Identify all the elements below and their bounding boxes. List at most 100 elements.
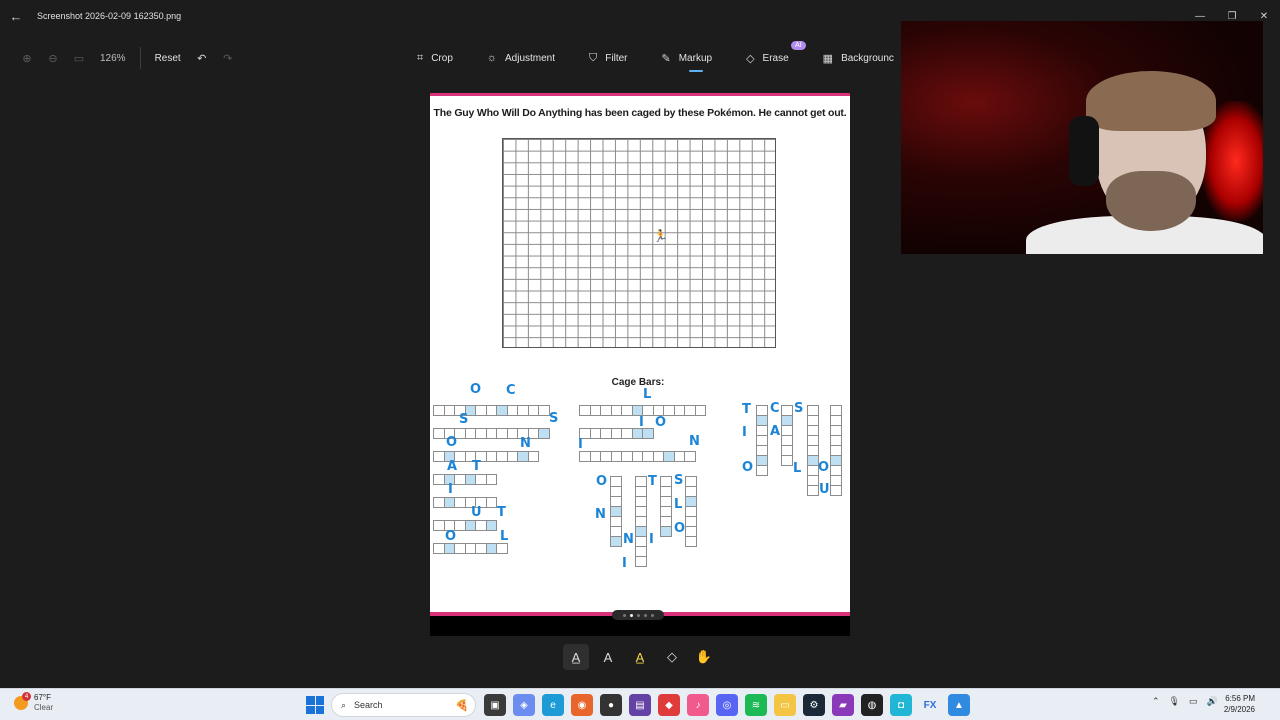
- handwritten-letter: I: [639, 415, 644, 430]
- handwritten-letter: O: [470, 382, 482, 397]
- highlighter-icon[interactable]: A̲: [627, 644, 653, 670]
- system-tray: ⌃ 🎙 ▭ 🔊: [1152, 696, 1218, 707]
- ai-badge: AI: [791, 41, 806, 50]
- music-icon[interactable]: ♪: [687, 694, 709, 716]
- photos-app-icon[interactable]: ◘: [890, 694, 912, 716]
- tool-erase-label: Erase: [762, 52, 789, 64]
- crop-icon: ⌗: [417, 51, 424, 64]
- zoom-out-icon[interactable]: ⊖: [42, 47, 64, 69]
- handwritten-letter: I: [742, 425, 747, 440]
- image-pager[interactable]: [612, 610, 664, 620]
- word-column: [660, 476, 672, 537]
- headset-icon: [1069, 116, 1099, 186]
- twitch-icon[interactable]: ▤: [629, 694, 651, 716]
- edit-tools: ⌗ Crop ☼ Adjustment ⛉ Filter ✎ Markup ◇ …: [400, 41, 911, 72]
- handwritten-letter: T: [497, 505, 506, 520]
- handwritten-letter: N: [520, 436, 531, 451]
- zoom-toolbar: ⊕ ⊖ ▭ 126% Reset ↶ ↷: [16, 45, 239, 71]
- handwritten-letter: I: [622, 556, 627, 571]
- word-row: [433, 405, 550, 416]
- obs-icon[interactable]: ●: [600, 694, 622, 716]
- steam-icon[interactable]: ⚙: [803, 694, 825, 716]
- zoom-in-icon[interactable]: ⊕: [16, 47, 38, 69]
- handwritten-letter: C: [770, 401, 780, 416]
- editor-icon[interactable]: ▰: [832, 694, 854, 716]
- microphone-icon[interactable]: 🎙: [1169, 696, 1180, 707]
- search-icon: ⌕: [341, 699, 347, 710]
- handwritten-letter: S: [459, 412, 469, 427]
- taskbar-search[interactable]: ⌕ Search 🍕: [331, 693, 476, 717]
- clock[interactable]: 6:56 PM 2/9/2026: [1224, 693, 1255, 715]
- reset-button[interactable]: Reset: [149, 53, 187, 64]
- volume-icon[interactable]: 🔊: [1207, 696, 1218, 707]
- word-column: [807, 405, 819, 496]
- photos-icon[interactable]: ▲: [948, 694, 970, 716]
- back-arrow-icon[interactable]: ←: [0, 0, 32, 32]
- handwritten-letter: L: [674, 497, 683, 512]
- tool-filter[interactable]: ⛉ Filter: [572, 45, 644, 71]
- ballpoint-pen-icon[interactable]: A̲: [563, 644, 589, 670]
- image-canvas[interactable]: The Guy Who Will Do Anything has been ca…: [430, 93, 850, 636]
- pizza-icon: 🍕: [455, 699, 469, 712]
- word-column: [830, 405, 842, 496]
- network-icon[interactable]: ▭: [1189, 696, 1198, 707]
- handwritten-letter: C: [506, 383, 516, 398]
- tool-crop[interactable]: ⌗ Crop: [400, 45, 470, 71]
- undo-icon[interactable]: ↶: [191, 47, 213, 69]
- discord-icon[interactable]: ◎: [716, 694, 738, 716]
- running-man-icon: 🏃: [653, 229, 668, 243]
- brightness-icon: ☼: [486, 52, 497, 64]
- windows-start-icon[interactable]: [306, 696, 324, 714]
- tool-erase[interactable]: ◇ Erase AI: [729, 41, 806, 71]
- weather-widget[interactable]: 4 67°F Clear: [14, 692, 54, 713]
- background-icon: ▦: [822, 52, 834, 65]
- word-column: [756, 405, 768, 476]
- word-column: [685, 476, 697, 547]
- handwritten-letter: O: [446, 435, 458, 450]
- pencil-icon[interactable]: A: [595, 644, 621, 670]
- app-icon[interactable]: ◍: [861, 694, 883, 716]
- handwritten-letter: A: [770, 424, 781, 439]
- filter-icon: ⛉: [589, 51, 598, 64]
- markup-toolbar: A̲ A A̲ ◇ ✋: [560, 642, 720, 672]
- word-column: [610, 476, 622, 547]
- firefox-icon[interactable]: ◉: [571, 694, 593, 716]
- touch-writing-icon[interactable]: ✋: [691, 644, 717, 670]
- edge-icon[interactable]: e: [542, 694, 564, 716]
- taskbar: 4 67°F Clear ⌕ Search 🍕 ▣ ◈ e ◉ ● ▤ ◆ ♪ …: [0, 688, 1280, 720]
- spotify-icon[interactable]: ≋: [745, 694, 767, 716]
- tool-markup[interactable]: ✎ Markup: [645, 45, 730, 72]
- handwritten-letter: U: [471, 505, 482, 520]
- handwritten-letter: S: [674, 473, 684, 488]
- eraser-icon: ◇: [746, 52, 755, 65]
- chevron-up-icon[interactable]: ⌃: [1152, 696, 1160, 707]
- puzzle-grid: [502, 138, 776, 348]
- eraser-icon[interactable]: ◇: [659, 644, 685, 670]
- handwritten-letter: O: [445, 529, 457, 544]
- actual-size-icon[interactable]: ▭: [68, 47, 90, 69]
- handwritten-letter: L: [500, 529, 509, 544]
- handwritten-letter: N: [689, 434, 700, 449]
- task-view-icon[interactable]: ▣: [484, 694, 506, 716]
- redo-icon[interactable]: ↷: [217, 47, 239, 69]
- zoom-level[interactable]: 126%: [94, 53, 132, 64]
- tool-adjustment[interactable]: ☼ Adjustment: [470, 45, 572, 71]
- handwritten-letter: S: [794, 401, 804, 416]
- cage-bars-label: Cage Bars:: [611, 377, 665, 388]
- copilot-icon[interactable]: ◈: [513, 694, 535, 716]
- puzzle-title: The Guy Who Will Do Anything has been ca…: [433, 107, 847, 119]
- fx-icon[interactable]: FX: [919, 694, 941, 716]
- tool-background[interactable]: ▦ Backgrounc: [806, 45, 911, 71]
- weather-condition: Clear: [34, 703, 54, 712]
- file-explorer-icon[interactable]: ▭: [774, 694, 796, 716]
- search-placeholder: Search: [354, 700, 383, 710]
- streamlabs-icon[interactable]: ◆: [658, 694, 680, 716]
- handwritten-letter: I: [649, 532, 654, 547]
- handwritten-letter: T: [648, 474, 657, 489]
- handwritten-letter: O: [742, 460, 754, 475]
- handwritten-letter: L: [793, 461, 802, 476]
- handwritten-letter: U: [819, 482, 830, 497]
- notification-badge: 4: [22, 692, 31, 701]
- word-row: [433, 474, 497, 485]
- pen-icon: ✎: [661, 52, 671, 65]
